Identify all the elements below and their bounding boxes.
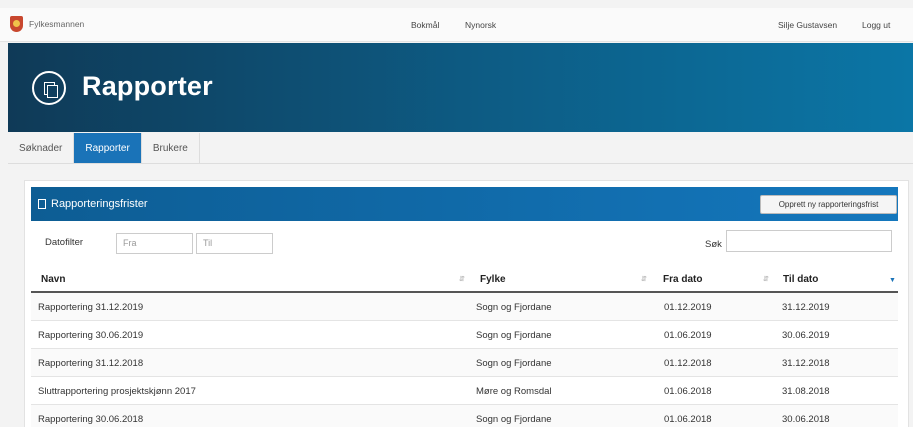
cell-navn: Rapportering 31.12.2019 — [38, 302, 144, 313]
tab-rapporter[interactable]: Rapporter — [74, 133, 142, 164]
cell-fra-dato: 01.06.2018 — [664, 386, 712, 397]
create-deadline-button[interactable]: Opprett ny rapporteringsfrist — [760, 195, 897, 214]
search-label: Søk — [705, 239, 722, 250]
cell-fylke: Sogn og Fjordane — [476, 330, 552, 341]
sort-icon[interactable]: ⇵ — [459, 275, 465, 283]
cell-fylke: Sogn og Fjordane — [476, 358, 552, 369]
date-to-input[interactable]: Til — [196, 233, 273, 254]
sort-desc-icon[interactable]: ▼ — [889, 277, 896, 284]
document-icon — [38, 199, 46, 209]
brand-name: Fylkesmannen — [29, 19, 85, 29]
panel-header: Rapporteringsfrister Opprett ny rapporte… — [31, 187, 898, 221]
column-header-til-dato[interactable]: Til dato — [783, 274, 818, 285]
cell-fylke: Møre og Romsdal — [476, 386, 552, 397]
user-name[interactable]: Silje Gustavsen — [778, 20, 837, 30]
table-row[interactable]: Rapportering 30.06.2019 Sogn og Fjordane… — [31, 321, 898, 349]
table-row[interactable]: Sluttrapportering prosjektskjønn 2017 Mø… — [31, 377, 898, 405]
page-header: Rapporter — [8, 43, 913, 132]
table-row[interactable]: Rapportering 31.12.2019 Sogn og Fjordane… — [31, 293, 898, 321]
column-header-fylke[interactable]: Fylke — [480, 274, 506, 285]
date-from-input[interactable]: Fra — [116, 233, 193, 254]
cell-fra-dato: 01.12.2019 — [664, 302, 712, 313]
cell-navn: Rapportering 31.12.2018 — [38, 358, 144, 369]
cell-navn: Sluttrapportering prosjektskjønn 2017 — [38, 386, 196, 397]
tab-brukere[interactable]: Brukere — [141, 133, 200, 164]
cell-til-dato: 30.06.2018 — [782, 414, 830, 425]
sort-icon[interactable]: ⇵ — [641, 275, 647, 283]
sort-icon[interactable]: ⇵ — [763, 275, 769, 283]
cell-til-dato: 31.08.2018 — [782, 386, 830, 397]
search-input[interactable] — [726, 230, 892, 252]
main-tabs: Søknader Rapporter Brukere — [8, 133, 200, 164]
language-bokmal-link[interactable]: Bokmål — [411, 20, 439, 30]
top-bar: Fylkesmannen Bokmål Nynorsk Silje Gustav… — [0, 8, 913, 42]
cell-fylke: Sogn og Fjordane — [476, 414, 552, 425]
column-header-navn[interactable]: Navn — [41, 274, 65, 285]
tab-soknader[interactable]: Søknader — [8, 133, 75, 164]
table-row[interactable]: Rapportering 31.12.2018 Sogn og Fjordane… — [31, 349, 898, 377]
table-row[interactable]: Rapportering 30.06.2018 Sogn og Fjordane… — [31, 405, 898, 427]
page-title: Rapporter — [82, 71, 213, 101]
reports-icon — [32, 71, 66, 105]
cell-navn: Rapportering 30.06.2018 — [38, 414, 144, 425]
cell-fra-dato: 01.06.2019 — [664, 330, 712, 341]
crest-logo-icon — [10, 16, 23, 32]
logout-link[interactable]: Logg ut — [862, 20, 890, 30]
cell-til-dato: 30.06.2019 — [782, 330, 830, 341]
tabs-divider — [8, 163, 913, 164]
brand[interactable]: Fylkesmannen — [10, 16, 84, 32]
cell-navn: Rapportering 30.06.2019 — [38, 330, 144, 341]
date-filter-label: Datofilter — [45, 237, 84, 248]
cell-til-dato: 31.12.2018 — [782, 358, 830, 369]
cell-til-dato: 31.12.2019 — [782, 302, 830, 313]
reporting-deadlines-panel: Rapporteringsfrister Opprett ny rapporte… — [24, 180, 909, 427]
panel-title: Rapporteringsfrister — [51, 198, 148, 210]
cell-fylke: Sogn og Fjordane — [476, 302, 552, 313]
table-header: Navn ⇵ Fylke ⇵ Fra dato ⇵ Til dato ▼ — [31, 266, 898, 293]
cell-fra-dato: 01.06.2018 — [664, 414, 712, 425]
cell-fra-dato: 01.12.2018 — [664, 358, 712, 369]
column-header-fra-dato[interactable]: Fra dato — [663, 274, 702, 285]
language-nynorsk-link[interactable]: Nynorsk — [465, 20, 496, 30]
